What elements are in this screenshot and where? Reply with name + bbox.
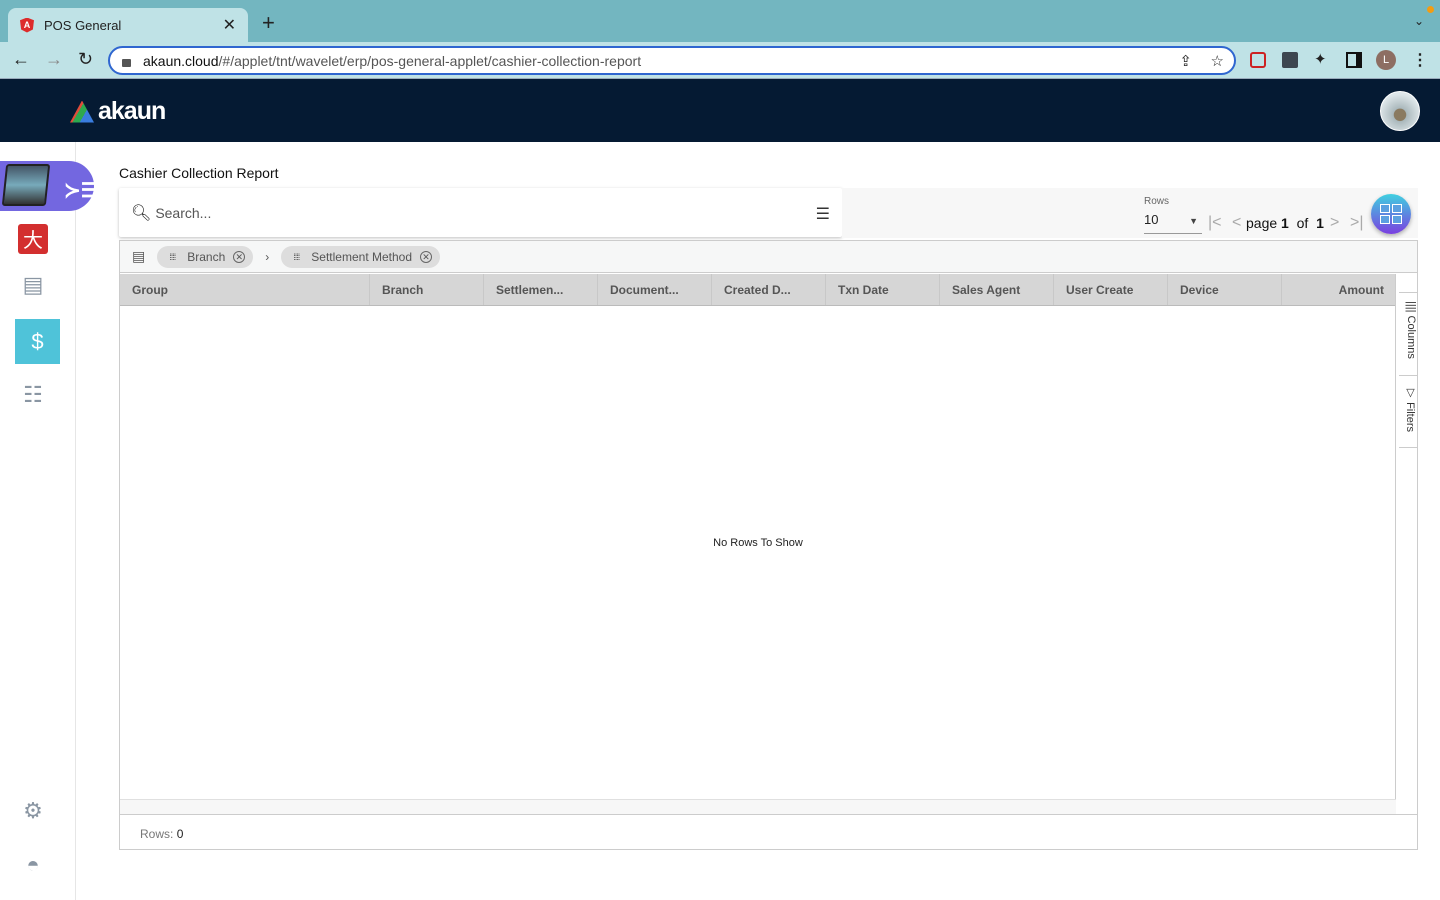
user-profile-icon[interactable]: ◓ bbox=[18, 852, 48, 882]
column-header[interactable]: Group bbox=[120, 274, 370, 305]
paginator: Rows 10 ▼ |< < page 1 of 1 > >| bbox=[842, 188, 1418, 238]
group-chip-branch[interactable]: ⁞⁞⁞⁞ Branch ✕ bbox=[157, 245, 254, 268]
url-host: akaun.cloud bbox=[143, 52, 219, 69]
next-page-icon[interactable]: > bbox=[1330, 214, 1339, 232]
group-chip-settlement-method[interactable]: ⁞⁞⁞⁞ Settlement Method ✕ bbox=[281, 245, 441, 268]
column-header[interactable]: Amount bbox=[1282, 274, 1396, 305]
share-icon[interactable]: ⇪ bbox=[1179, 52, 1192, 70]
no-rows-message: No Rows To Show bbox=[713, 537, 803, 549]
tab-title: POS General bbox=[44, 17, 122, 33]
app-header: akaun bbox=[0, 79, 1440, 142]
rows-value: 10 bbox=[1144, 212, 1159, 227]
remove-chip-icon[interactable]: ✕ bbox=[233, 250, 246, 263]
first-page-icon[interactable]: |< bbox=[1208, 214, 1222, 232]
bookmark-star-icon[interactable]: ☆ bbox=[1211, 52, 1224, 70]
logo-text: akaun bbox=[98, 97, 166, 125]
column-header[interactable]: User Create bbox=[1054, 274, 1168, 305]
url-path: /#/applet/tnt/wavelet/erp/pos-general-ap… bbox=[218, 52, 642, 69]
column-header[interactable]: Created D... bbox=[712, 274, 826, 305]
rows-count-label: Rows: bbox=[140, 827, 174, 841]
update-dot-icon bbox=[1427, 6, 1434, 13]
browser-tabbar: A POS General ✕ + ⌄ bbox=[0, 0, 1440, 42]
drag-handle-icon[interactable]: ⁞⁞⁞⁞ bbox=[293, 252, 300, 262]
dropdown-caret-icon: ▼ bbox=[1189, 216, 1198, 226]
list-report-icon[interactable]: ☷ bbox=[18, 382, 48, 412]
extension-dots-icon[interactable] bbox=[1282, 52, 1298, 68]
column-header[interactable]: Settlemen... bbox=[484, 274, 598, 305]
close-tab-icon[interactable]: ✕ bbox=[223, 15, 236, 35]
page-title: Cashier Collection Report bbox=[119, 165, 279, 181]
dollar-icon[interactable]: $ bbox=[15, 319, 60, 364]
tool-panel: |||| Columns ▽ Filters bbox=[1395, 274, 1417, 800]
column-header[interactable]: Sales Agent bbox=[940, 274, 1054, 305]
filters-label: Filters bbox=[1404, 402, 1416, 433]
extensions-puzzle-icon[interactable]: ✦ bbox=[1314, 50, 1330, 68]
filter-list-icon[interactable]: ☰ bbox=[816, 204, 830, 224]
columns-icon: |||| bbox=[1405, 301, 1417, 316]
column-header[interactable]: Txn Date bbox=[826, 274, 940, 305]
browser-tab[interactable]: A POS General ✕ bbox=[8, 8, 248, 42]
columns-label: Columns bbox=[1405, 315, 1417, 359]
sidebar-item-app-icon[interactable]: 大 bbox=[18, 224, 48, 254]
main-content: Cashier Collection Report 🔍︎ Search... ☰… bbox=[76, 142, 1440, 900]
settings-gear-icon[interactable]: ⚙ bbox=[18, 798, 48, 828]
filter-funnel-icon: ▽ bbox=[1404, 386, 1416, 403]
column-header[interactable]: Device bbox=[1168, 274, 1282, 305]
pos-terminal-icon bbox=[1, 164, 51, 206]
extension-red-icon[interactable] bbox=[1250, 52, 1266, 68]
search-input[interactable]: 🔍︎ Search... ☰ bbox=[119, 188, 842, 237]
back-icon[interactable]: ← bbox=[12, 50, 30, 68]
address-bar[interactable]: akaun.cloud/#/applet/tnt/wavelet/erp/pos… bbox=[108, 46, 1236, 75]
chip-label: Branch bbox=[187, 249, 226, 264]
rows-label: Rows bbox=[1144, 196, 1170, 207]
last-page-icon[interactable]: >| bbox=[1350, 214, 1364, 232]
grid-status-bar: Rows: 0 bbox=[120, 814, 1417, 849]
angular-favicon-icon: A bbox=[20, 17, 34, 33]
browser-toolbar: ← → ↻ akaun.cloud/#/applet/tnt/wavelet/e… bbox=[0, 42, 1440, 79]
side-panel-icon[interactable] bbox=[1346, 52, 1362, 68]
akaun-logo[interactable]: akaun bbox=[70, 97, 166, 126]
column-header[interactable]: Document... bbox=[598, 274, 712, 305]
prev-page-icon[interactable]: < bbox=[1232, 214, 1241, 232]
logo-triangle-icon bbox=[70, 100, 94, 123]
group-panel-icon: ▤ bbox=[132, 248, 146, 264]
column-header[interactable]: Branch bbox=[370, 274, 484, 305]
sidebar: ≻☰ 大 ▤ $ ☷ ⚙ ◓ bbox=[0, 142, 99, 900]
lock-icon bbox=[122, 58, 131, 67]
new-tab-icon[interactable]: + bbox=[262, 12, 275, 34]
row-group-panel: ▤ ⁞⁞⁞⁞ Branch ✕ › ⁞⁞⁞⁞ Settlement Method ✕ bbox=[120, 241, 1417, 273]
remove-chip-icon[interactable]: ✕ bbox=[420, 250, 433, 263]
filters-tab[interactable]: ▽ Filters bbox=[1399, 378, 1417, 448]
apps-grid-button[interactable] bbox=[1371, 194, 1411, 234]
rows-count: 0 bbox=[176, 827, 184, 841]
tab-search-chevron-icon[interactable]: ⌄ bbox=[1414, 14, 1424, 28]
profile-avatar[interactable]: L bbox=[1376, 50, 1396, 70]
drag-handle-icon[interactable]: ⁞⁞⁞⁞ bbox=[169, 252, 176, 262]
page-indicator: page 1 of 1 bbox=[1246, 215, 1324, 231]
chevron-right-icon: › bbox=[265, 249, 270, 264]
data-grid: ▤ ⁞⁞⁞⁞ Branch ✕ › ⁞⁞⁞⁞ Settlement Method ✕ G… bbox=[119, 240, 1418, 850]
chip-label: Settlement Method bbox=[311, 249, 413, 264]
search-icon: 🔍︎ bbox=[131, 204, 152, 222]
columns-tab[interactable]: |||| Columns bbox=[1399, 292, 1417, 376]
reload-icon[interactable]: ↻ bbox=[78, 50, 93, 68]
search-placeholder: Search... bbox=[155, 204, 212, 221]
forward-icon[interactable]: → bbox=[45, 50, 63, 68]
horizontal-scrollbar[interactable] bbox=[120, 799, 1396, 815]
browser-menu-icon[interactable]: ⋮ bbox=[1412, 50, 1428, 69]
rows-per-page-select[interactable]: 10 ▼ bbox=[1144, 212, 1202, 234]
user-avatar[interactable] bbox=[1380, 91, 1420, 131]
cash-register-icon[interactable]: ▤ bbox=[18, 272, 48, 302]
grid-header: Group Branch Settlemen... Document... Cr… bbox=[120, 274, 1396, 306]
